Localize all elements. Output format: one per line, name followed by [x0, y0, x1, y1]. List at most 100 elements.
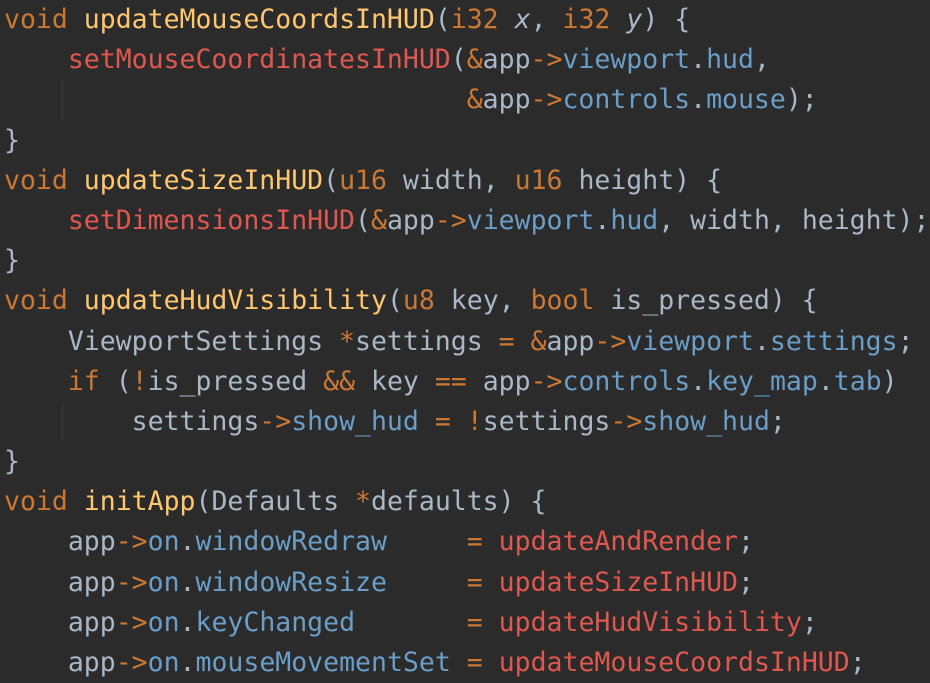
code-line[interactable]: app->on.windowResize = updateSizeInHUD; [0, 563, 930, 603]
indent-guide [62, 401, 63, 443]
code-token: void [4, 164, 68, 196]
code-token: -> [530, 365, 563, 397]
code-token: windowResize [195, 566, 387, 598]
code-line[interactable]: setMouseCoordinatesInHUD(&app->viewport.… [0, 40, 930, 80]
code-token: windowRedraw [195, 526, 387, 558]
code-token: ! [466, 405, 483, 437]
code-token: && [323, 365, 356, 397]
code-token: ( [99, 365, 132, 397]
code-token: . [690, 44, 707, 76]
code-token: . [690, 84, 707, 116]
code-token: (Defaults [195, 486, 356, 518]
code-token: controls [562, 84, 691, 116]
code-token: i32 [450, 4, 499, 35]
code-token: -> [115, 647, 148, 678]
code-token: ( [386, 285, 403, 317]
code-line[interactable]: app->on.keyChanged = updateHudVisibility… [0, 603, 930, 643]
code-token: updateSizeInHUD [498, 566, 738, 598]
code-token: keyChanged [195, 606, 356, 638]
code-editor[interactable]: void updateMouseCoordsInHUD(i32 x, i32 y… [0, 0, 930, 678]
code-token: & [370, 204, 387, 236]
code-line[interactable]: } [0, 241, 930, 281]
code-token: & [530, 325, 547, 357]
code-token: viewport [562, 44, 691, 76]
code-line[interactable]: void updateMouseCoordsInHUD(i32 x, i32 y… [0, 0, 930, 40]
code-token: y [626, 4, 643, 35]
code-line[interactable]: app->on.windowRedraw = updateAndRender; [0, 522, 930, 562]
code-token: viewport [626, 325, 754, 357]
code-token: = [466, 566, 483, 598]
code-token: = [498, 325, 515, 357]
code-token: defaults) { [371, 486, 547, 518]
code-token: void [4, 486, 68, 518]
code-token: -> [594, 325, 627, 357]
code-token: show_hud [291, 405, 419, 437]
code-token: ); [785, 84, 818, 116]
code-token: setMouseCoordinatesInHUD [67, 44, 451, 76]
code-token: height) { [562, 164, 723, 196]
code-token: app [4, 606, 116, 638]
code-token: hud [706, 44, 754, 76]
code-line[interactable]: app->on.mouseMovementSet = updateMouseCo… [0, 643, 930, 683]
code-token: ) { [642, 4, 691, 35]
code-token: void [4, 285, 68, 317]
code-line[interactable]: void initApp(Defaults *defaults) { [0, 482, 930, 522]
code-line[interactable]: setDimensionsInHUD(&app->viewport.hud, w… [0, 201, 930, 241]
code-token: on [147, 606, 180, 638]
code-token: if [67, 365, 100, 397]
code-line[interactable]: } [0, 442, 930, 482]
code-token: ( [450, 44, 467, 76]
code-line[interactable]: if (!is_pressed && key == app->controls.… [0, 362, 930, 402]
code-token: ; [738, 566, 754, 598]
code-line[interactable]: void updateHudVisibility(u8 key, bool is… [0, 281, 930, 321]
code-token: settings [4, 405, 260, 437]
code-token: & [466, 44, 483, 76]
code-line[interactable]: &app->controls.mouse); [0, 80, 930, 121]
code-line[interactable]: void updateSizeInHUD(u16 width, u16 heig… [0, 161, 930, 201]
code-token: } [4, 245, 20, 277]
code-token: u16 [339, 164, 387, 196]
code-token: -> [115, 566, 148, 598]
code-line[interactable]: ViewportSettings *settings = &app->viewp… [0, 322, 930, 362]
code-token: void [4, 4, 68, 35]
code-token: . [179, 526, 196, 558]
code-line[interactable]: settings->show_hud = !settings->show_hud… [0, 401, 930, 443]
code-token: app [4, 526, 116, 558]
code-token: updateHudVisibility [83, 285, 387, 317]
code-token: -> [259, 405, 292, 437]
code-token: tab [833, 365, 882, 397]
code-token: -> [610, 405, 643, 437]
code-token: ) [881, 365, 898, 397]
code-token: -> [434, 204, 467, 236]
code-token: ! [131, 365, 148, 397]
code-token: = [466, 647, 483, 678]
code-token: , [530, 4, 563, 35]
code-token: is_pressed) { [594, 285, 818, 317]
code-token: . [690, 365, 707, 397]
code-token: u16 [514, 164, 563, 196]
code-token: , [753, 44, 770, 76]
code-token: * [339, 325, 356, 357]
code-token: ; [801, 606, 818, 638]
code-token: setDimensionsInHUD [67, 204, 356, 236]
code-token: , width, height); [658, 204, 930, 236]
code-line[interactable]: } [0, 121, 930, 161]
code-token: ( [355, 204, 371, 236]
code-token: ; [738, 526, 754, 558]
code-token: app [546, 325, 595, 357]
